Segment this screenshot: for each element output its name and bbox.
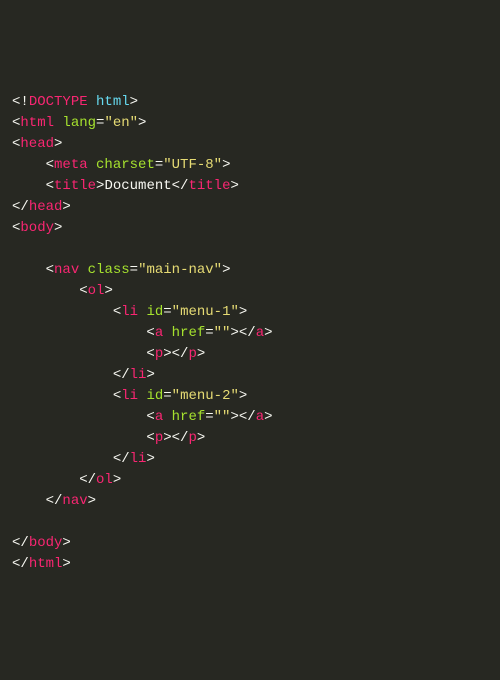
code-block: <!DOCTYPE html> <html lang="en"> <head> … (12, 92, 488, 575)
